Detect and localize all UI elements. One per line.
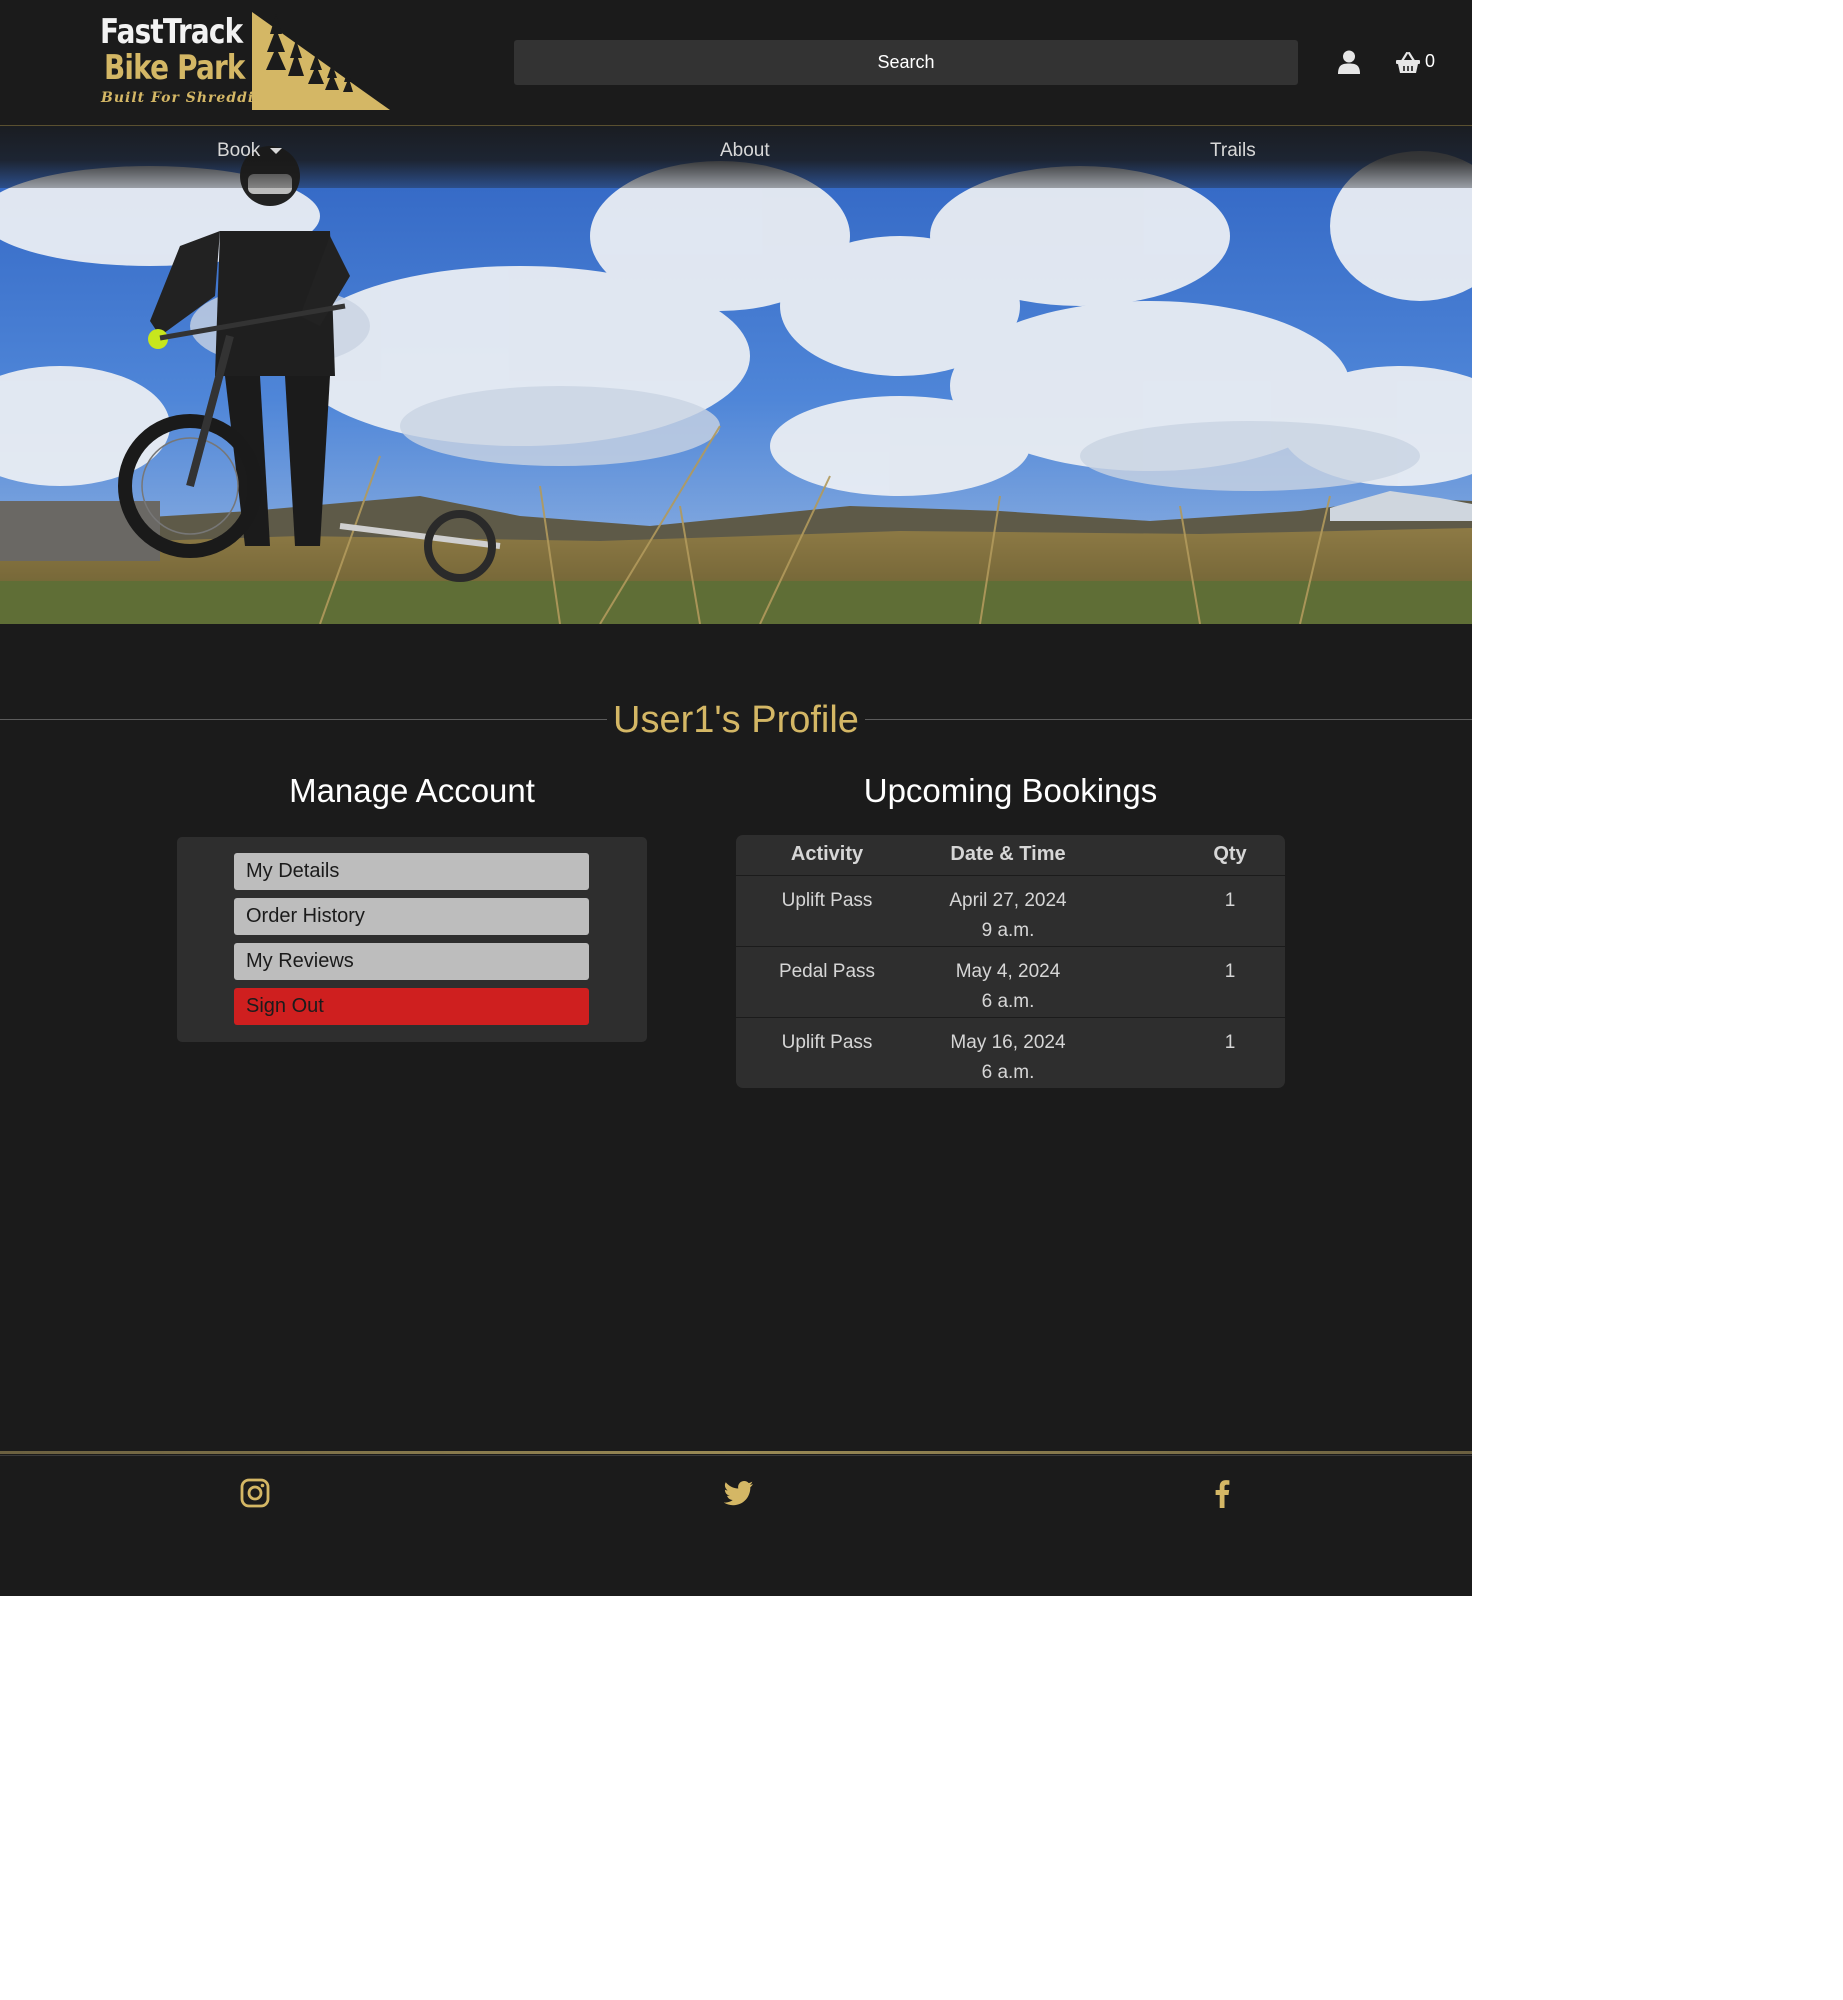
hero-banner: Book About Trails <box>0 126 1472 624</box>
user-icon[interactable] <box>1338 50 1360 74</box>
activity-cell: Pedal Pass <box>778 961 876 982</box>
manage-account-panel: My Details Order History My Reviews Sign… <box>177 837 647 1042</box>
nav-book[interactable]: Book <box>217 140 283 162</box>
my-details-button[interactable]: My Details <box>234 853 589 890</box>
main-nav: Book About Trails <box>0 126 1472 188</box>
logo-line-1: FastTrack <box>100 12 243 52</box>
upcoming-bookings-heading: Upcoming Bookings <box>863 772 1158 809</box>
date-time-cell: April 27, 2024 9 a.m. <box>908 886 1108 946</box>
time-text: 9 a.m. <box>981 920 1035 941</box>
my-reviews-button[interactable]: My Reviews <box>234 943 589 980</box>
activity-cell: Uplift Pass <box>781 890 873 911</box>
column-header-activity: Activity <box>790 843 864 865</box>
table-row: Uplift Pass April 27, 2024 9 a.m. 1 <box>736 876 1285 946</box>
footer-divider-shadow <box>0 1455 1472 1456</box>
footer-divider <box>0 1451 1472 1454</box>
instagram-icon[interactable] <box>240 1478 270 1508</box>
qty-cell: 1 <box>1224 1032 1236 1053</box>
qty-cell: 1 <box>1224 890 1236 911</box>
logo-mountain-graphic <box>252 12 390 110</box>
order-history-button[interactable]: Order History <box>234 898 589 935</box>
twitter-icon[interactable] <box>724 1478 754 1508</box>
time-text: 6 a.m. <box>981 1062 1035 1083</box>
date-time-cell: May 16, 2024 6 a.m. <box>908 1028 1108 1088</box>
sign-out-button[interactable]: Sign Out <box>234 988 589 1025</box>
column-header-date-time: Date & Time <box>950 843 1066 865</box>
page-title: User1's Profile <box>0 696 1472 744</box>
site-header: FastTrack Bike Park Built For Shredding … <box>0 0 1472 126</box>
bookings-table: Activity Date & Time Qty Uplift Pass Apr… <box>736 835 1285 1088</box>
time-text: 6 a.m. <box>981 991 1035 1012</box>
date-time-cell: May 4, 2024 6 a.m. <box>908 957 1108 1017</box>
site-logo[interactable]: FastTrack Bike Park Built For Shredding <box>98 12 390 112</box>
nav-about[interactable]: About <box>720 140 770 162</box>
date-text: May 16, 2024 <box>950 1032 1066 1053</box>
table-row: Uplift Pass May 16, 2024 6 a.m. 1 <box>736 1018 1285 1088</box>
column-header-qty: Qty <box>1213 843 1247 865</box>
nav-trails[interactable]: Trails <box>1210 140 1256 162</box>
activity-cell: Uplift Pass <box>781 1032 873 1053</box>
logo-line-2: Bike Park <box>104 48 245 88</box>
search-input[interactable]: Search <box>514 40 1298 85</box>
cart-count[interactable]: 0 <box>1425 51 1435 72</box>
basket-icon[interactable] <box>1396 52 1420 74</box>
nav-book-label: Book <box>217 140 261 161</box>
date-text: May 4, 2024 <box>955 961 1061 982</box>
chevron-down-icon <box>270 147 283 154</box>
manage-account-heading: Manage Account <box>289 772 535 809</box>
page: FastTrack Bike Park Built For Shredding … <box>0 0 1472 1596</box>
logo-tagline: Built For Shredding <box>101 90 277 106</box>
facebook-icon[interactable] <box>1207 1478 1237 1508</box>
qty-cell: 1 <box>1224 961 1236 982</box>
hero-image <box>0 126 1472 624</box>
page-title-text: User1's Profile <box>607 699 865 741</box>
table-row: Pedal Pass May 4, 2024 6 a.m. 1 <box>736 947 1285 1017</box>
date-text: April 27, 2024 <box>949 890 1067 911</box>
